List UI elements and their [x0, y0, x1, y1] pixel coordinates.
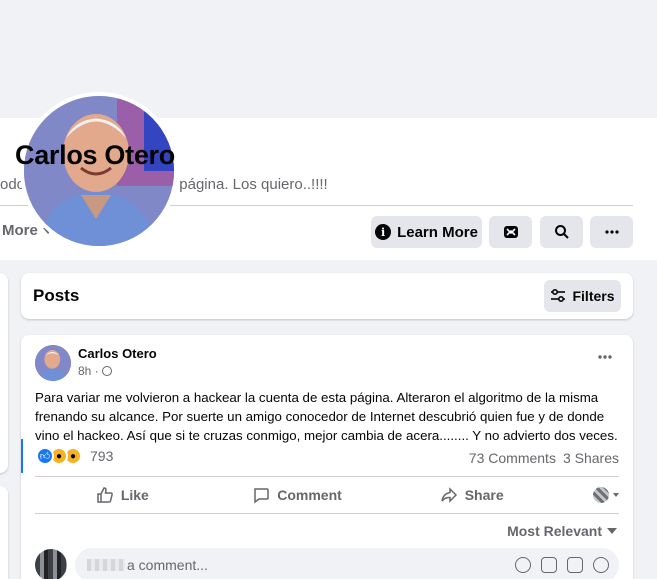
comment-input[interactable]: a comment... — [75, 548, 619, 579]
sticker-icon[interactable] — [593, 557, 609, 573]
engagement-counts: 73 Comments 3 Shares — [469, 450, 619, 466]
camera-icon[interactable] — [541, 557, 557, 573]
author-photo — [35, 345, 71, 381]
more-dots-icon — [598, 355, 612, 359]
tab-more-label: More — [2, 222, 38, 239]
comment-composer: a comment... — [35, 547, 619, 579]
reaction-count: 793 — [90, 448, 114, 464]
avatar — [35, 549, 67, 579]
posts-title: Posts — [33, 286, 80, 305]
divider — [35, 513, 619, 514]
comments-count[interactable]: 73 Comments — [469, 450, 556, 466]
redacted-name — [87, 559, 125, 571]
learn-more-button[interactable]: i Learn More — [371, 216, 482, 248]
filters-label: Filters — [572, 288, 615, 304]
reactions-summary[interactable]: 👍︎ ● ● 793 — [36, 447, 113, 465]
post-author[interactable]: Carlos Otero — [78, 346, 157, 361]
left-column-card — [0, 486, 8, 579]
share-label: Share — [464, 487, 504, 503]
thumbs-up-icon — [97, 487, 113, 503]
profile-picture[interactable] — [20, 92, 178, 250]
emoji-icon[interactable] — [515, 557, 531, 573]
learn-more-label: Learn More — [397, 223, 478, 241]
post-time[interactable]: 8h · — [78, 364, 99, 378]
avatar — [593, 487, 610, 503]
avatar[interactable] — [35, 345, 71, 381]
focus-indicator — [21, 439, 23, 473]
post-actions: Like Comment Share — [35, 477, 620, 513]
post-meta: 8h · — [78, 364, 112, 378]
more-dots-icon — [604, 230, 619, 234]
more-options-button[interactable] — [590, 216, 633, 248]
share-icon — [440, 487, 457, 503]
message-button[interactable] — [489, 216, 532, 248]
messenger-icon — [503, 226, 518, 238]
post-options-button[interactable] — [597, 349, 613, 370]
filters-icon — [551, 289, 566, 303]
post-text: Para variar me volvieron a hackear la cu… — [35, 390, 618, 443]
profile-photo — [24, 96, 174, 246]
info-icon: i — [375, 224, 392, 240]
comment-tools — [515, 557, 609, 573]
comment-placeholder: a comment... — [127, 557, 208, 573]
share-as-selector[interactable] — [559, 477, 620, 513]
comment-icon — [254, 488, 269, 504]
search-icon — [554, 225, 569, 239]
chevron-down-icon — [607, 528, 617, 534]
share-button[interactable]: Share — [384, 477, 559, 513]
page-title: Carlos Otero — [15, 140, 175, 170]
comment-sort-label: Most Relevant — [507, 523, 602, 539]
filters-button[interactable]: Filters — [544, 280, 621, 312]
shares-count[interactable]: 3 Shares — [563, 450, 619, 466]
comment-button[interactable]: Comment — [210, 477, 385, 513]
search-button[interactable] — [540, 216, 583, 248]
chevron-down-icon — [613, 493, 620, 497]
globe-icon — [101, 366, 112, 376]
like-button[interactable]: Like — [35, 477, 210, 513]
comment-label: Comment — [277, 487, 342, 503]
posts-header-card: Posts Filters — [21, 273, 633, 319]
left-column-card — [0, 273, 8, 473]
like-reaction-icon: 👍︎ — [36, 447, 54, 465]
post-card: Carlos Otero 8h · Para variar me volvier… — [21, 335, 633, 579]
like-label: Like — [120, 487, 149, 503]
gif-icon[interactable] — [567, 557, 583, 573]
comment-sort-dropdown[interactable]: Most Relevant — [507, 523, 617, 539]
